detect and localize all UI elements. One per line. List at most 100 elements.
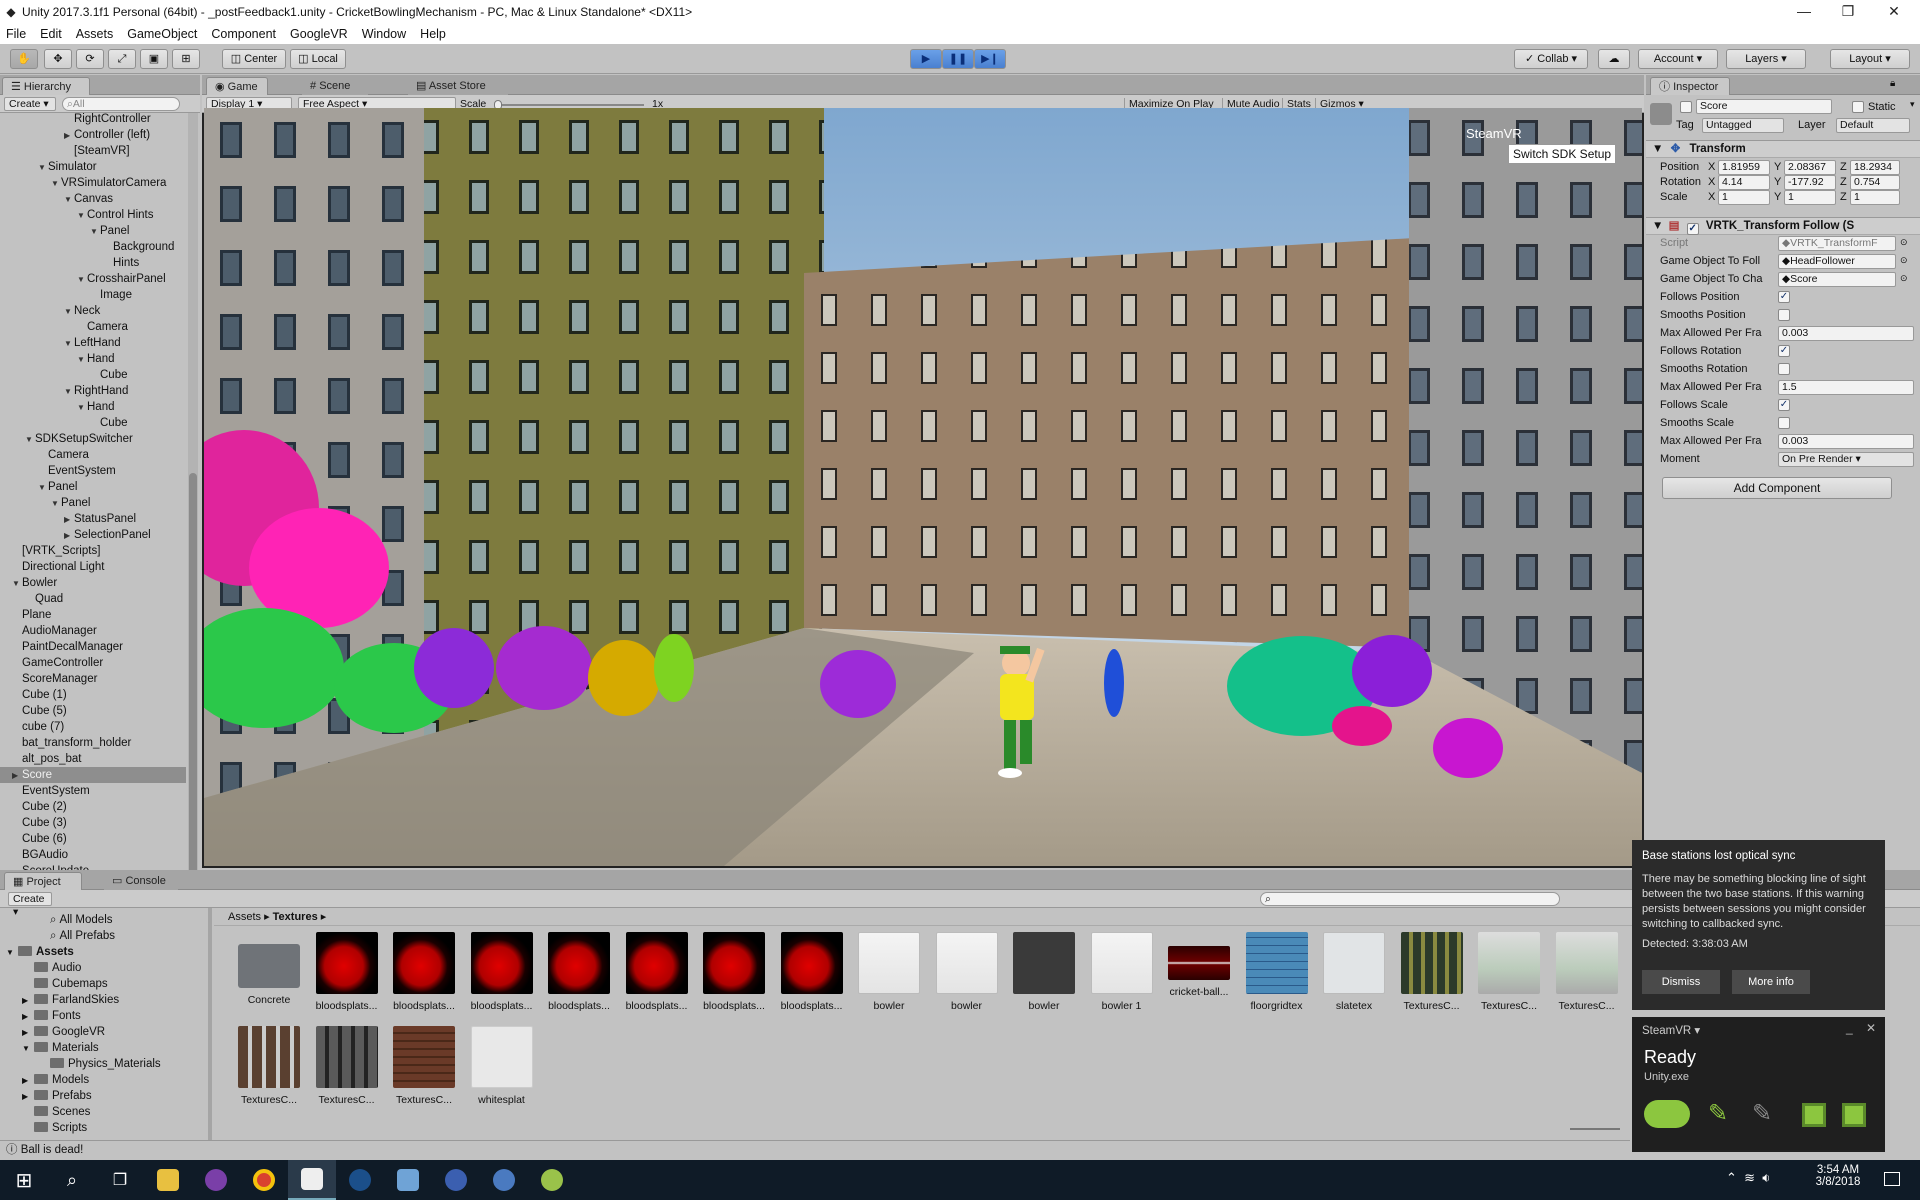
asset-tile[interactable]: Concrete [234, 932, 304, 1006]
menu-file[interactable]: File [6, 27, 26, 41]
hierarchy-scroll-thumb[interactable] [189, 473, 197, 913]
foldout-arrow-icon[interactable]: ▶ [22, 993, 34, 1009]
project-tree-item[interactable]: ▶ GoogleVR [22, 1024, 105, 1040]
menu-window[interactable]: Window [362, 27, 406, 41]
asset-tile[interactable]: bloodsplats... [312, 932, 382, 1012]
dismiss-button[interactable]: Dismiss [1642, 970, 1720, 994]
transform-scale-y[interactable]: 1 [1784, 190, 1836, 205]
transform-scale-x[interactable]: 1 [1718, 190, 1770, 205]
move-tool-icon[interactable]: ✥ [44, 49, 72, 69]
base-station-2-icon[interactable] [1842, 1103, 1866, 1127]
asset-tile[interactable]: floorgridtex [1242, 932, 1312, 1012]
foldout-arrow-icon[interactable]: ▼ [64, 336, 74, 352]
foldout-arrow-icon[interactable]: ▼ [51, 496, 61, 512]
foldout-arrow-icon[interactable]: ▼ [6, 945, 18, 961]
hierarchy-item[interactable]: Hints [0, 255, 186, 271]
asset-tile[interactable]: slatetex [1319, 932, 1389, 1012]
collab-dropdown[interactable]: ✓ Collab ▾ [1514, 49, 1588, 69]
scale-tool-icon[interactable]: ⤢ [108, 49, 136, 69]
project-tree-item[interactable]: Physics_Materials [38, 1056, 161, 1072]
transform-position-x[interactable]: 1.81959 [1718, 160, 1770, 175]
hierarchy-item[interactable]: cube (7) [0, 719, 186, 735]
lock-icon[interactable]: 🔒︎ [1890, 78, 1895, 89]
menu-assets[interactable]: Assets [76, 27, 114, 41]
hand-tool-icon[interactable]: ✋ [10, 49, 38, 69]
component-checkbox[interactable] [1778, 363, 1790, 375]
hierarchy-item[interactable]: ▼ Bowler [0, 575, 186, 591]
switch-sdk-setup-button[interactable]: Switch SDK Setup [1508, 144, 1617, 164]
asset-tile[interactable]: TexturesC... [1552, 932, 1622, 1012]
tab-console[interactable]: ▭ Console [104, 872, 178, 890]
foldout-arrow-icon[interactable]: ▼ [25, 432, 35, 448]
step-button[interactable]: ▶❙ [974, 49, 1006, 69]
clock[interactable]: 3:54 AM 3/8/2018 [1806, 1164, 1870, 1188]
asset-tile[interactable]: bowler [1009, 932, 1079, 1012]
hierarchy-item[interactable]: EventSystem [0, 783, 186, 799]
base-station-1-icon[interactable] [1802, 1103, 1826, 1127]
project-search-input[interactable]: ⌕ [1260, 892, 1560, 906]
project-tree-item[interactable]: ▼ Assets [6, 944, 74, 960]
object-name-field[interactable]: Score [1696, 99, 1832, 114]
hierarchy-item[interactable]: alt_pos_bat [0, 751, 186, 767]
object-reference-field[interactable]: ◆Score [1778, 272, 1896, 287]
hierarchy-item[interactable]: Image [0, 287, 186, 303]
component-foldout-icon[interactable]: ▼ [1652, 220, 1663, 232]
menu-help[interactable]: Help [420, 27, 446, 41]
visual-studio-icon[interactable] [192, 1160, 240, 1200]
foldout-arrow-icon[interactable]: ▼ [38, 160, 48, 176]
menu-component[interactable]: Component [211, 27, 276, 41]
oculus-icon[interactable] [480, 1160, 528, 1200]
asset-tile[interactable]: bloodsplats... [544, 932, 614, 1012]
transform-rotation-y[interactable]: -177.92 [1784, 175, 1836, 190]
tab-project[interactable]: ▦ Project [4, 872, 82, 890]
asset-tile[interactable]: bloodsplats... [777, 932, 847, 1012]
foldout-arrow-icon[interactable]: ▼ [12, 576, 22, 592]
foldout-arrow-icon[interactable]: ▶ [64, 128, 74, 144]
foldout-arrow-icon[interactable]: ▶ [22, 1025, 34, 1041]
misc-app-icon[interactable] [528, 1160, 576, 1200]
active-checkbox[interactable] [1680, 101, 1692, 113]
hierarchy-item[interactable]: Cube (5) [0, 703, 186, 719]
asset-tile[interactable]: TexturesC... [1474, 932, 1544, 1012]
component-checkbox[interactable] [1778, 309, 1790, 321]
menu-googlevr[interactable]: GoogleVR [290, 27, 348, 41]
menu-gameobject[interactable]: GameObject [127, 27, 197, 41]
hierarchy-item[interactable]: ▼ LeftHand [0, 335, 186, 351]
component-enabled-checkbox[interactable]: ✓ [1686, 223, 1699, 235]
tab-asset-store[interactable]: ▤ Asset Store [408, 77, 508, 95]
asset-tile[interactable]: whitesplat [467, 1026, 537, 1106]
tab-hierarchy[interactable]: ☰ Hierarchy [2, 77, 90, 95]
hierarchy-item[interactable]: ▼ Panel [0, 223, 186, 239]
layer-dropdown[interactable]: Default [1836, 118, 1910, 133]
hierarchy-item[interactable]: Camera [0, 319, 186, 335]
hierarchy-item[interactable]: ▶ SelectionPanel [0, 527, 186, 543]
volume-icon[interactable]: 🔉︎ [1762, 1170, 1770, 1185]
project-tree-item[interactable]: Scripts [22, 1120, 87, 1136]
scale-slider[interactable] [494, 100, 644, 110]
project-tree-item[interactable]: Scenes [22, 1104, 90, 1120]
project-tree-item[interactable]: ▶ Prefabs [22, 1088, 92, 1104]
foldout-arrow-icon[interactable]: ▶ [64, 512, 74, 528]
foldout-arrow-icon[interactable]: ▼ [64, 304, 74, 320]
component-checkbox[interactable]: ✓ [1778, 399, 1790, 411]
pivot-center-button[interactable]: ◫ Center [222, 49, 286, 69]
transform-rotation-x[interactable]: 4.14 [1718, 175, 1770, 190]
file-explorer-icon[interactable] [144, 1160, 192, 1200]
project-tree-item[interactable]: Cubemaps [22, 976, 108, 992]
add-component-button[interactable]: Add Component [1662, 477, 1892, 499]
project-tree-item[interactable]: ▼ Materials [22, 1040, 99, 1056]
project-tree-item[interactable]: ⌕ All Prefabs [38, 928, 115, 944]
tag-dropdown[interactable]: Untagged [1702, 118, 1784, 133]
hierarchy-item[interactable]: ▼ Hand [0, 399, 186, 415]
moment-dropdown[interactable]: On Pre Render ▾ [1778, 452, 1914, 467]
hierarchy-item[interactable]: ▶ StatusPanel [0, 511, 186, 527]
component-text-field[interactable]: 0.003 [1778, 326, 1914, 341]
static-dropdown-icon[interactable]: ▾ [1910, 99, 1915, 110]
object-picker-icon[interactable]: ⊙ [1900, 237, 1908, 248]
transform-rotation-z[interactable]: 0.754 [1850, 175, 1900, 190]
pause-button[interactable]: ❚❚ [942, 49, 974, 69]
steamvr-minimize-icon[interactable]: _ [1846, 1021, 1853, 1035]
hierarchy-item[interactable]: EventSystem [0, 463, 186, 479]
asset-tile[interactable]: bowler [854, 932, 924, 1012]
hierarchy-scrollbar[interactable] [188, 113, 198, 945]
